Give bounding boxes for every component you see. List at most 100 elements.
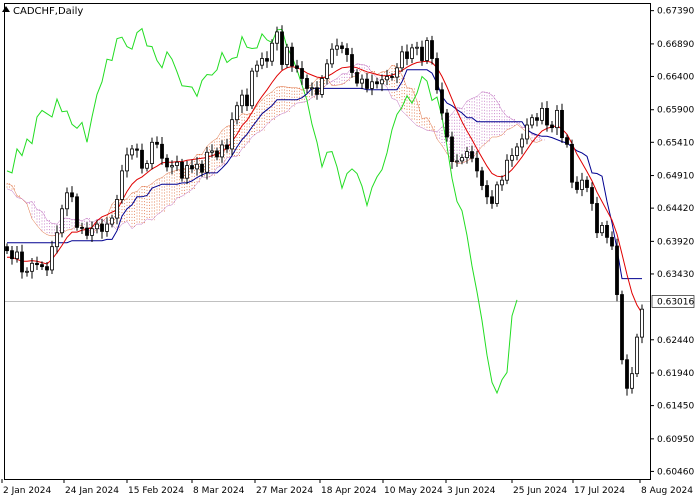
candle-body-bullish [145, 163, 149, 169]
candle-body-bearish [560, 109, 564, 139]
x-tick-label: 24 Jan 2024 [65, 486, 119, 496]
candle-body-bearish [140, 149, 144, 169]
candle-body-bullish [520, 138, 524, 148]
candle-body-bearish [610, 236, 614, 247]
candle-body-bullish [50, 246, 54, 271]
candle-body-bullish [195, 163, 199, 170]
y-tick-label: 0.60460 [657, 467, 694, 477]
candle-body-bearish [215, 150, 219, 158]
candle-body-bearish [490, 196, 494, 204]
candle-body-bearish [290, 46, 294, 67]
x-tick-label: 3 Jun 2024 [447, 486, 496, 496]
candle-body-bullish [125, 154, 129, 172]
candle [250, 67, 254, 110]
candle-body-bullish [25, 270, 29, 273]
candle-body-bullish [630, 373, 634, 389]
candle-body-bullish [170, 165, 174, 168]
candle-body-bullish [310, 87, 314, 90]
y-tick-label: 0.64420 [657, 204, 694, 214]
y-tick-label: 0.62440 [657, 336, 694, 346]
candle-body-bullish [380, 79, 384, 85]
candle-body-bearish [470, 151, 474, 159]
candle-body-bearish [350, 54, 354, 73]
candle-body-bullish [495, 184, 499, 204]
candle-body-bullish [110, 217, 114, 225]
y-tick-label: 0.61450 [657, 402, 694, 412]
candle-body-bullish [235, 105, 239, 121]
candle [570, 139, 574, 189]
candle-body-bearish [345, 48, 349, 55]
candle [435, 52, 439, 94]
y-tick-label: 0.65900 [657, 106, 694, 116]
candle-body-bullish [460, 157, 464, 162]
candle-body-bearish [575, 181, 579, 190]
candle-body-bearish [565, 137, 569, 145]
candle-body-bullish [15, 251, 19, 260]
candle-body-bullish [260, 58, 264, 66]
y-tick-label: 0.67390 [657, 7, 694, 17]
x-tick-label: 15 Feb 2024 [128, 486, 184, 496]
candle-body-bullish [210, 150, 214, 153]
candle-body-bullish [400, 51, 404, 69]
candle-body-bearish [245, 94, 249, 107]
candle-body-bullish [115, 199, 119, 219]
candle-body-bullish [360, 78, 364, 84]
y-tick-label: 0.60950 [657, 435, 694, 445]
candle-body-bullish [530, 117, 534, 126]
candle-body-bullish [270, 42, 274, 62]
candle-body-bearish [585, 179, 589, 188]
candle-body-bearish [475, 157, 479, 172]
candle [425, 37, 429, 64]
y-tick-label: 0.64910 [657, 172, 694, 182]
candle-body-bullish [500, 179, 504, 186]
chart-background [0, 0, 700, 500]
candle-body-bullish [150, 141, 154, 164]
candle-body-bearish [165, 157, 169, 168]
candle-body-bearish [405, 51, 409, 59]
candle-body-bearish [440, 89, 444, 114]
candle-body-bearish [200, 163, 204, 173]
candle-body-bullish [65, 192, 69, 210]
candle-body-bullish [320, 78, 324, 95]
candle-body-bearish [625, 359, 629, 389]
candle-body-bearish [300, 68, 304, 79]
candle-body-bearish [480, 170, 484, 186]
candle-body-bullish [540, 107, 544, 121]
candle-body-bearish [280, 31, 284, 65]
candle-body-bearish [535, 117, 539, 121]
x-tick-label: 10 May 2024 [384, 486, 443, 496]
candle-body-bearish [545, 107, 549, 126]
candle-body-bullish [30, 262, 34, 272]
candle-body-bullish [640, 308, 644, 338]
candle [280, 25, 284, 70]
y-tick-label: 0.66890 [657, 40, 694, 50]
candle-body-bullish [505, 159, 509, 181]
candle-body-bearish [40, 264, 44, 268]
candle-body-bearish [70, 192, 74, 198]
candle-body-bullish [330, 48, 334, 65]
candle [320, 75, 324, 98]
y-tick-label: 0.61940 [657, 369, 694, 379]
x-tick-label: 2 Jan 2024 [3, 486, 51, 496]
candle-body-bearish [605, 225, 609, 238]
candle-body-bearish [80, 227, 84, 229]
price-axis: 0.67390 0.66890 0.66400 0.65900 0.65410 0.649… [650, 7, 694, 477]
candle-body-bearish [595, 203, 599, 234]
chart-title: CADCHF,Daily [2, 6, 83, 17]
y-tick-label: 0.63920 [657, 237, 694, 247]
candle [445, 109, 449, 142]
candle-body-bearish [160, 143, 164, 159]
candle-body-bullish [635, 336, 639, 375]
candle-body-bearish [445, 112, 449, 138]
candle-body-bearish [340, 45, 344, 49]
candle-body-bullish [415, 46, 419, 49]
candle-body-bearish [390, 76, 394, 78]
candle-body-bullish [385, 76, 389, 81]
y-tick-label: 0.63430 [657, 270, 694, 280]
candle-body-bullish [250, 70, 254, 107]
candle-body-bearish [550, 124, 554, 129]
candle-body-bullish [335, 45, 339, 50]
candle-body-bullish [230, 119, 234, 150]
candle-body-bearish [85, 227, 89, 236]
candle-body-bearish [450, 136, 454, 162]
